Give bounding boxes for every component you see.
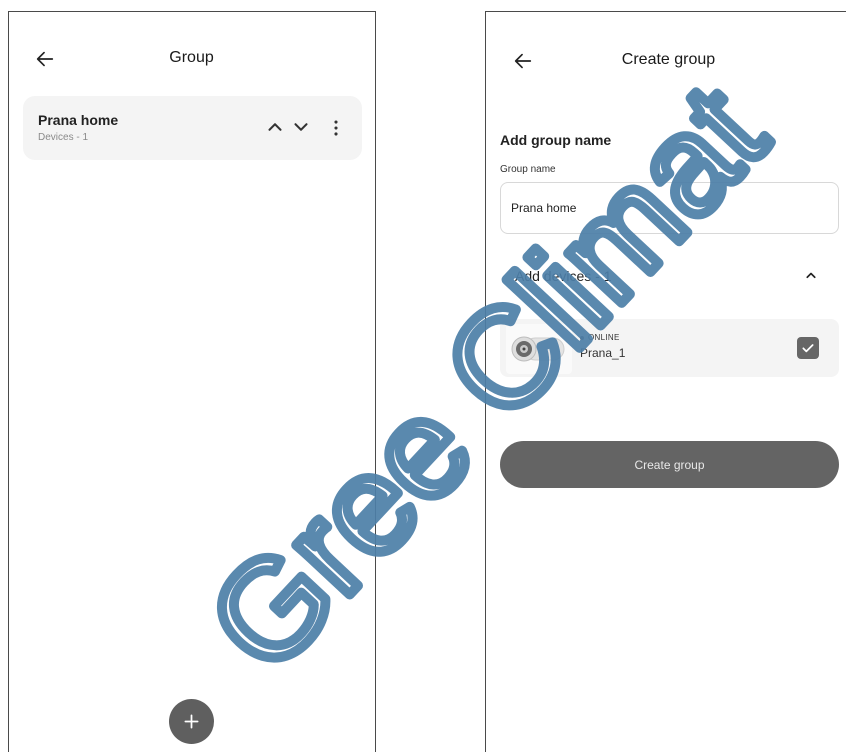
create-group-button[interactable]: Create group: [500, 441, 839, 488]
section-title: Add group name: [500, 132, 612, 148]
add-group-button[interactable]: [169, 699, 214, 744]
device-status: ONLINE: [580, 333, 620, 342]
group-name-label: Group name: [500, 164, 556, 175]
page-title: Create group: [621, 51, 716, 68]
group-name-input[interactable]: [511, 195, 811, 221]
chevron-down-icon[interactable]: [290, 116, 312, 138]
device-checkbox[interactable]: [797, 337, 819, 359]
checkmark-icon: [802, 344, 814, 353]
add-devices-toggle[interactable]: Add devices - 1: [500, 252, 839, 298]
add-devices-label: Add devices - 1: [515, 268, 612, 284]
device-status-text: ONLINE: [588, 333, 620, 342]
chevron-up-icon[interactable]: [264, 116, 286, 138]
create-group-screen: Create group Add group name Group name A…: [485, 11, 846, 752]
group-card[interactable]: Prana home Devices - 1: [23, 96, 362, 160]
page-title: Group: [169, 49, 214, 66]
device-name: Prana_1: [580, 346, 626, 360]
device-row[interactable]: ONLINE Prana_1: [500, 319, 839, 377]
status-dot-icon: [580, 335, 584, 340]
chevron-up-icon: [806, 272, 816, 279]
ventilator-device-image: [506, 324, 572, 374]
more-vertical-icon[interactable]: [325, 117, 347, 139]
plus-icon: [184, 714, 199, 729]
group-device-count: Devices - 1: [38, 132, 89, 143]
group-name: Prana home: [38, 112, 119, 128]
group-name-field-box: [500, 182, 839, 234]
group-list-screen: Group Prana home Devices - 1: [8, 11, 376, 752]
